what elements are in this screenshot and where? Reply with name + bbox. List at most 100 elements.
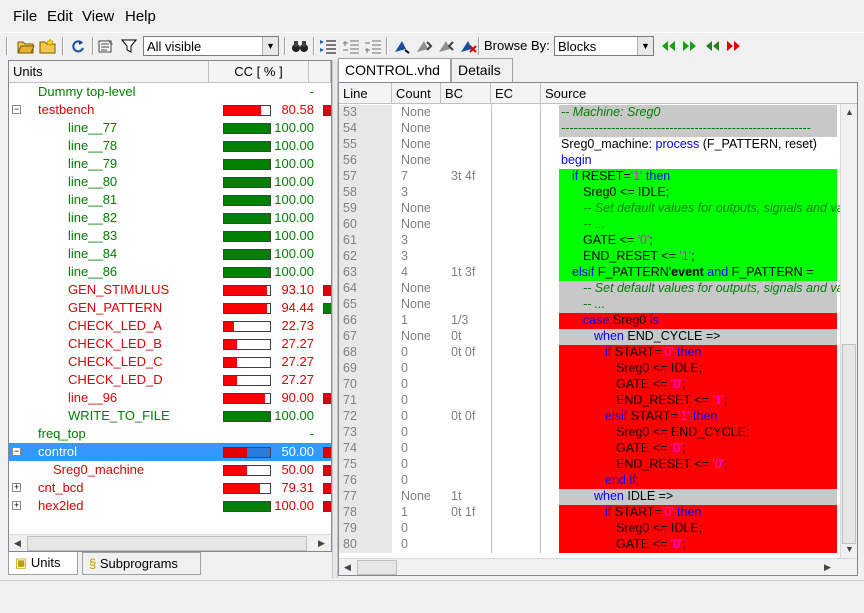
- source-line[interactable]: 55 None Sreg0_machine: process (F_PATTERN,…: [339, 137, 857, 153]
- scroll-right-icon[interactable]: ▶: [819, 559, 836, 575]
- column-header-line[interactable]: Line: [339, 83, 392, 104]
- unit-row[interactable]: CHECK_LED_A 22.73: [9, 317, 331, 335]
- go-to-line-icon[interactable]: [392, 36, 412, 56]
- prev-red-icon[interactable]: [702, 36, 722, 56]
- column-header-ec[interactable]: EC: [491, 83, 541, 104]
- source-line[interactable]: 70 0 GATE <= '0';: [339, 377, 857, 393]
- column-header-units[interactable]: Units: [9, 61, 209, 83]
- source-line[interactable]: 60 None -- ...: [339, 217, 857, 233]
- source-line[interactable]: 80 0 GATE <= '0';: [339, 537, 857, 553]
- tab-control-vhd[interactable]: CONTROL.vhd: [338, 58, 451, 83]
- source-line[interactable]: 68 0 0t 0f if START='0' then: [339, 345, 857, 361]
- expand-node-icon[interactable]: +: [12, 483, 21, 492]
- source-line[interactable]: 74 0 GATE <= '0';: [339, 441, 857, 457]
- source-line[interactable]: 75 0 END_RESET <= '0';: [339, 457, 857, 473]
- source-line[interactable]: 58 3 Sreg0 <= IDLE;: [339, 185, 857, 201]
- unit-row[interactable]: − testbench 80.58: [9, 101, 331, 119]
- tab-details[interactable]: Details: [451, 58, 513, 82]
- menu-file[interactable]: File: [13, 8, 37, 25]
- menu-view[interactable]: View: [82, 8, 114, 25]
- unit-row[interactable]: CHECK_LED_C 27.27: [9, 353, 331, 371]
- collapse-node-icon[interactable]: −: [12, 105, 21, 114]
- column-header-bc[interactable]: BC: [441, 83, 491, 104]
- menu-help[interactable]: Help: [125, 8, 156, 25]
- scroll-left-icon[interactable]: ◀: [9, 535, 26, 551]
- unit-row[interactable]: line__77 100.00: [9, 119, 331, 137]
- source-line[interactable]: 76 0 end if;: [339, 473, 857, 489]
- source-line[interactable]: 72 0 0t 0f elsif START='1' then: [339, 409, 857, 425]
- scroll-right-icon[interactable]: ▶: [313, 535, 330, 551]
- source-line[interactable]: 79 0 Sreg0 <= IDLE;: [339, 521, 857, 537]
- unit-row[interactable]: line__84 100.00: [9, 245, 331, 263]
- next-icon[interactable]: [680, 36, 700, 56]
- unit-row[interactable]: line__83 100.00: [9, 227, 331, 245]
- scrollbar-thumb[interactable]: [27, 536, 307, 551]
- source-line[interactable]: 57 7 3t 4f if RESET='1' then: [339, 169, 857, 185]
- unit-row[interactable]: Sreg0_machine 50.00: [9, 461, 331, 479]
- open-folder-icon[interactable]: [16, 36, 36, 56]
- source-line[interactable]: 59 None -- Set default values for outputs,…: [339, 201, 857, 217]
- prev-uncovered-icon[interactable]: [436, 36, 456, 56]
- chevron-down-icon[interactable]: ▼: [637, 37, 653, 55]
- source-line[interactable]: 62 3 END_RESET <= '1';: [339, 249, 857, 265]
- unit-row[interactable]: + cnt_bcd 79.31: [9, 479, 331, 497]
- column-header-extra[interactable]: [309, 61, 331, 83]
- source-line[interactable]: 64 None -- Set default values for outputs,…: [339, 281, 857, 297]
- open-new-folder-icon[interactable]: [38, 36, 58, 56]
- unit-row[interactable]: WRITE_TO_FILE 100.00: [9, 407, 331, 425]
- unit-row[interactable]: Dummy top-level -: [9, 83, 331, 101]
- unit-row[interactable]: GEN_STIMULUS 93.10: [9, 281, 331, 299]
- column-header-count[interactable]: Count: [392, 83, 441, 104]
- scroll-down-icon[interactable]: ▼: [841, 541, 857, 558]
- source-line[interactable]: 65 None -- ...: [339, 297, 857, 313]
- unit-row[interactable]: line__96 90.00: [9, 389, 331, 407]
- chevron-down-icon[interactable]: ▼: [262, 37, 278, 55]
- clear-icon[interactable]: [458, 36, 478, 56]
- list-icon[interactable]: [318, 36, 338, 56]
- unit-row[interactable]: line__86 100.00: [9, 263, 331, 281]
- horizontal-scrollbar[interactable]: ◀ ▶: [339, 558, 857, 575]
- scrollbar-thumb[interactable]: [842, 344, 856, 544]
- unit-row[interactable]: + hex2led 100.00: [9, 497, 331, 515]
- scroll-left-icon[interactable]: ◀: [339, 559, 356, 575]
- vertical-scrollbar[interactable]: ▲ ▼: [840, 104, 857, 558]
- expand-node-icon[interactable]: +: [12, 501, 21, 510]
- source-line[interactable]: 69 0 Sreg0 <= IDLE;: [339, 361, 857, 377]
- first-icon[interactable]: [658, 36, 678, 56]
- unit-row[interactable]: CHECK_LED_B 27.27: [9, 335, 331, 353]
- source-line[interactable]: 67 None 0t when END_CYCLE =>: [339, 329, 857, 345]
- column-header-source[interactable]: Source: [541, 83, 857, 104]
- source-line[interactable]: 61 3 GATE <= '0';: [339, 233, 857, 249]
- source-line[interactable]: 56 None begin: [339, 153, 857, 169]
- source-line[interactable]: 53 None -- Machine: Sreg0: [339, 105, 857, 121]
- unit-row[interactable]: line__82 100.00: [9, 209, 331, 227]
- binoculars-icon[interactable]: [290, 36, 310, 56]
- filter-select[interactable]: All visible ▼: [143, 36, 279, 56]
- unit-row[interactable]: line__79 100.00: [9, 155, 331, 173]
- horizontal-scrollbar[interactable]: ◀ ▶: [9, 534, 331, 551]
- collapse-node-icon[interactable]: −: [12, 447, 21, 456]
- filter-icon[interactable]: [119, 36, 139, 56]
- scroll-up-icon[interactable]: ▲: [841, 104, 857, 121]
- source-line[interactable]: 63 4 1t 3f elsif F_PATTERN'event and F_PATT…: [339, 265, 857, 281]
- source-line[interactable]: 54 None ----------------------------------…: [339, 121, 857, 137]
- source-line[interactable]: 71 0 END_RESET <= '1';: [339, 393, 857, 409]
- expand-icon[interactable]: [341, 36, 361, 56]
- source-line[interactable]: 77 None 1t when IDLE =>: [339, 489, 857, 505]
- refresh-icon[interactable]: [68, 36, 88, 56]
- column-header-cc[interactable]: CC [ % ]: [209, 61, 309, 83]
- tab-units[interactable]: ▣ Units: [8, 552, 78, 575]
- next-red-icon[interactable]: [724, 36, 744, 56]
- unit-row[interactable]: freq_top -: [9, 425, 331, 443]
- next-uncovered-icon[interactable]: [414, 36, 434, 56]
- unit-row[interactable]: line__80 100.00: [9, 173, 331, 191]
- source-line[interactable]: 78 1 0t 1f if START='0' then: [339, 505, 857, 521]
- unit-row[interactable]: line__81 100.00: [9, 191, 331, 209]
- unit-row[interactable]: − control 50.00: [9, 443, 331, 461]
- properties-icon[interactable]: [96, 36, 116, 56]
- browse-by-select[interactable]: Blocks ▼: [554, 36, 654, 56]
- menu-edit[interactable]: Edit: [47, 8, 73, 25]
- scrollbar-thumb[interactable]: [357, 560, 397, 575]
- unit-row[interactable]: line__78 100.00: [9, 137, 331, 155]
- unit-row[interactable]: CHECK_LED_D 27.27: [9, 371, 331, 389]
